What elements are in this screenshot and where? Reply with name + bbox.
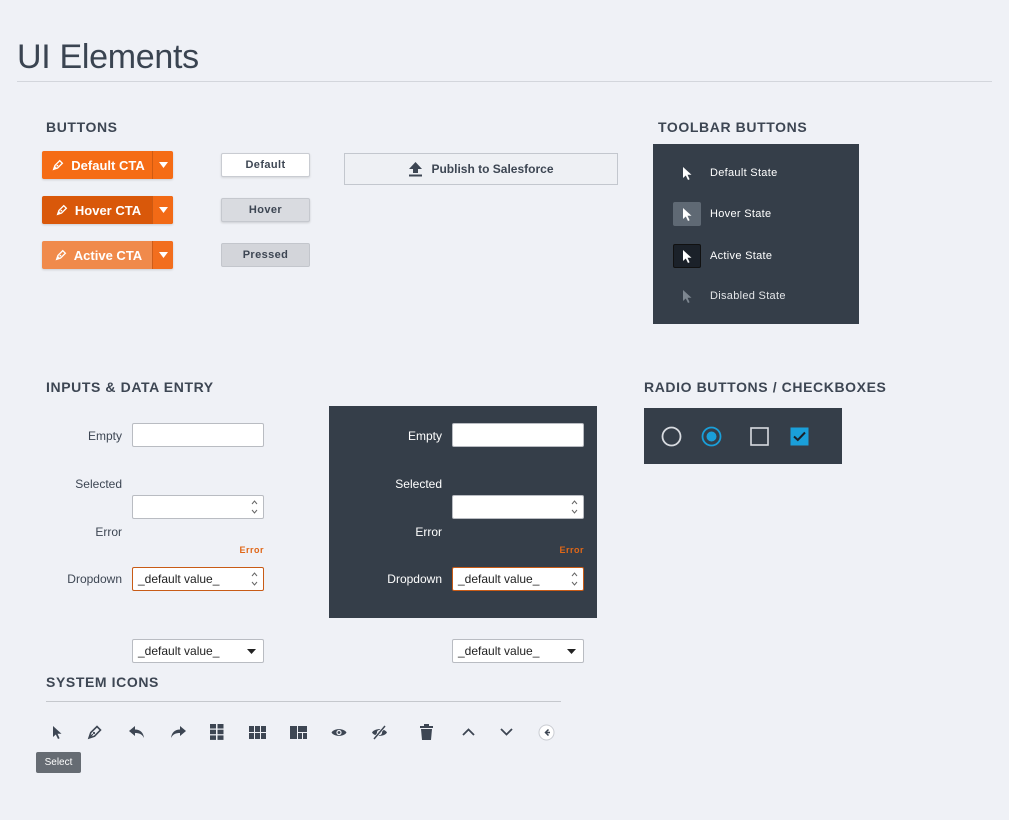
spinner-icon[interactable] <box>250 572 258 586</box>
caret-down-icon <box>158 162 168 168</box>
checkbox-checked[interactable] <box>790 427 809 446</box>
caret-down-icon <box>247 649 256 654</box>
error-message: Error <box>239 545 264 555</box>
system-icons-divider <box>46 701 561 702</box>
toolbar-item-hover[interactable]: Hover State <box>673 202 771 226</box>
toolbar-item-label: Hover State <box>710 208 772 220</box>
grid-2x3-icon[interactable] <box>207 722 227 742</box>
checkbox-unchecked[interactable] <box>750 427 769 446</box>
selected-number-input[interactable] <box>452 495 584 519</box>
error-number-input[interactable]: _default value_ <box>452 567 584 591</box>
caret-down-icon <box>158 252 168 258</box>
default-cta-button[interactable]: Default CTA <box>42 151 173 179</box>
toolbar-section-title: TOOLBAR BUTTONS <box>658 119 808 135</box>
layout-icon[interactable] <box>288 722 308 742</box>
spinner-icon[interactable] <box>570 572 578 586</box>
select-tooltip: Select <box>36 752 81 773</box>
cursor-icon[interactable] <box>673 244 701 268</box>
toolbar-item-label: Default State <box>710 167 778 179</box>
pen-icon <box>52 159 64 171</box>
publish-label: Publish to Salesforce <box>431 162 554 176</box>
buttons-section-title: BUTTONS <box>46 119 118 135</box>
toolbar-item-disabled: Disabled State <box>673 284 786 308</box>
input-value: _default value_ <box>458 572 540 586</box>
cta-label: Hover CTA <box>74 202 142 218</box>
active-cta-button[interactable]: Active CTA <box>42 241 173 269</box>
dropdown-value: _default value_ <box>458 644 540 658</box>
cta-label: Default CTA <box>71 157 145 173</box>
toolbar-item-default[interactable]: Default State <box>673 161 778 185</box>
toolbar-item-label: Active State <box>710 250 773 262</box>
caret-down-icon <box>158 207 168 213</box>
selected-field-label: Selected <box>75 477 122 491</box>
dark-inputs-panel: Empty Selected Error _default value_ Err… <box>329 406 597 663</box>
eye-off-icon[interactable] <box>369 722 389 742</box>
undo-icon[interactable] <box>127 722 147 742</box>
title-divider <box>17 81 992 82</box>
chevron-down-icon[interactable] <box>496 722 516 742</box>
error-field-label: Error <box>95 525 122 539</box>
pen-icon <box>56 204 68 216</box>
system-icons-section-title: SYSTEM ICONS <box>46 674 159 690</box>
dropdown-select[interactable]: _default value_ <box>132 639 264 663</box>
publish-to-salesforce-button[interactable]: Publish to Salesforce <box>344 153 618 185</box>
error-message: Error <box>559 545 584 555</box>
spinner-icon[interactable] <box>250 500 258 514</box>
trash-icon[interactable] <box>416 722 436 742</box>
redo-icon[interactable] <box>168 722 188 742</box>
empty-input[interactable] <box>452 423 584 447</box>
cta-dropdown-toggle[interactable] <box>152 196 173 224</box>
default-button[interactable]: Default <box>221 153 310 177</box>
pen-icon[interactable] <box>85 722 105 742</box>
dropdown-field-label: Dropdown <box>67 572 122 586</box>
input-value: _default value_ <box>138 572 220 586</box>
cta-main[interactable]: Hover CTA <box>42 196 152 224</box>
cursor-icon[interactable] <box>673 161 701 185</box>
selected-number-input[interactable] <box>132 495 264 519</box>
cursor-icon[interactable] <box>47 722 67 742</box>
empty-input[interactable] <box>132 423 264 447</box>
grid-3x2-icon[interactable] <box>247 722 267 742</box>
pressed-button[interactable]: Pressed <box>221 243 310 267</box>
back-circle-icon[interactable] <box>536 722 556 742</box>
caret-down-icon <box>567 649 576 654</box>
spinner-icon[interactable] <box>570 500 578 514</box>
eye-icon[interactable] <box>329 722 349 742</box>
toolbar-panel: Default State Hover State Active State D… <box>653 144 859 324</box>
cursor-icon <box>673 284 701 308</box>
choices-section-title: RADIO BUTTONS / CHECKBOXES <box>644 379 887 395</box>
toolbar-item-label: Disabled State <box>710 290 786 302</box>
choices-panel <box>644 408 842 464</box>
toolbar-item-active[interactable]: Active State <box>673 244 772 268</box>
cta-dropdown-toggle[interactable] <box>152 241 173 269</box>
radio-unchecked[interactable] <box>661 426 682 447</box>
hover-cta-button[interactable]: Hover CTA <box>42 196 173 224</box>
cta-main[interactable]: Active CTA <box>42 241 152 269</box>
cursor-icon[interactable] <box>673 202 701 226</box>
upload-icon <box>409 162 423 177</box>
cta-main[interactable]: Default CTA <box>42 151 152 179</box>
pen-icon <box>55 249 67 261</box>
hover-button[interactable]: Hover <box>221 198 310 222</box>
dropdown-field-label: Dropdown <box>387 572 442 586</box>
page-title: UI Elements <box>17 38 199 76</box>
empty-field-label: Empty <box>407 429 442 443</box>
selected-field-label: Selected <box>395 477 442 491</box>
dropdown-select[interactable]: _default value_ <box>452 639 584 663</box>
dropdown-value: _default value_ <box>138 644 220 658</box>
cta-dropdown-toggle[interactable] <box>152 151 173 179</box>
error-number-input[interactable]: _default value_ <box>132 567 264 591</box>
empty-field-label: Empty <box>87 429 122 443</box>
radio-checked[interactable] <box>701 426 722 447</box>
inputs-section-title: INPUTS & DATA ENTRY <box>46 379 214 395</box>
chevron-up-icon[interactable] <box>458 722 478 742</box>
cta-label: Active CTA <box>73 247 143 263</box>
error-field-label: Error <box>415 525 442 539</box>
